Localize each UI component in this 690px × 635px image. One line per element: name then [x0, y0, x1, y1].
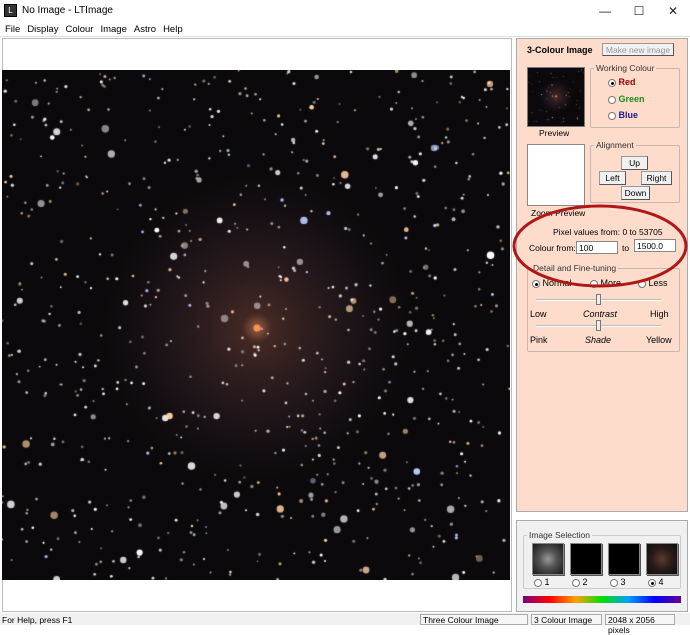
radio-button[interactable] [534, 578, 542, 587]
radio-button[interactable] [608, 111, 616, 120]
image-thumb-4[interactable] [646, 543, 678, 575]
minimize-button[interactable]: — [590, 2, 620, 20]
status-size: 2048 x 2056 pixels [605, 614, 675, 635]
radio-button[interactable] [572, 578, 580, 587]
shade-low-label: Pink [530, 335, 548, 345]
contrast-high-label: High [650, 309, 669, 319]
radio-label: Red [618, 77, 636, 87]
menu-help[interactable]: Help [163, 24, 183, 35]
menu-bar: File Display Colour Image Astro Help [0, 22, 690, 37]
status-bar: For Help, press F1 Three Colour Image 3 … [0, 613, 690, 635]
red-annotation-ellipse [512, 204, 688, 288]
image-selection-panel: Image Selection 1 2 3 4 [516, 520, 688, 612]
radio-label: 4 [658, 577, 664, 587]
image-thumb-2[interactable] [570, 543, 602, 575]
radio-button[interactable] [648, 578, 656, 587]
radio-blue[interactable]: Blue [608, 110, 638, 120]
menu-colour[interactable]: Colour [65, 24, 93, 35]
status-type: 3 Colour Image [531, 614, 602, 625]
right-button[interactable]: Right [641, 171, 672, 185]
radio-label: 2 [582, 577, 588, 587]
radio-button[interactable] [610, 578, 618, 587]
left-button[interactable]: Left [599, 171, 626, 185]
working-colour-group: Working Colour Red Green Blue [590, 63, 680, 128]
radio-button[interactable] [608, 78, 616, 87]
menu-astro[interactable]: Astro [134, 24, 156, 35]
radio-button[interactable] [608, 95, 616, 104]
shade-label: Shade [585, 335, 612, 345]
panel-title: 3-Colour Image [527, 45, 593, 55]
preview-image [527, 67, 585, 127]
up-button[interactable]: Up [621, 156, 648, 170]
image-thumb-3[interactable] [608, 543, 640, 575]
image-radio-2[interactable]: 2 [572, 577, 588, 587]
close-button[interactable]: ✕ [658, 2, 688, 20]
radio-red[interactable]: Red [608, 77, 636, 87]
menu-image[interactable]: Image [100, 24, 126, 35]
radio-label: Green [618, 94, 645, 104]
galaxy-image[interactable] [2, 70, 510, 580]
app-icon: L [4, 4, 17, 17]
alignment-label: Alignment [594, 140, 636, 150]
colour-spectrum-bar [523, 596, 681, 603]
image-selection-group: Image Selection 1 2 3 4 [523, 530, 681, 589]
menu-display[interactable]: Display [27, 24, 58, 35]
menu-file[interactable]: File [5, 24, 20, 35]
contrast-label: Contrast [583, 309, 618, 319]
alignment-group: Alignment Up Left Right Down [590, 140, 680, 203]
image-selection-label: Image Selection [527, 530, 592, 540]
preview-label: Preview [539, 128, 570, 138]
radio-label: 1 [544, 577, 550, 587]
make-new-image-button[interactable]: Make new image [602, 43, 674, 56]
title-bar: L No Image - LTImage — ☐ ✕ [0, 0, 690, 22]
shade-high-label: Yellow [646, 335, 672, 345]
window-title: No Image - LTImage [22, 5, 113, 16]
contrast-low-label: Low [530, 309, 547, 319]
maximize-button[interactable]: ☐ [624, 2, 654, 20]
image-radio-4[interactable]: 4 [648, 577, 664, 587]
shade-slider-thumb[interactable] [596, 320, 601, 331]
status-mode: Three Colour Image [420, 614, 528, 625]
image-radio-1[interactable]: 1 [534, 577, 550, 587]
image-thumb-1[interactable] [532, 543, 564, 575]
image-radio-3[interactable]: 3 [610, 577, 626, 587]
radio-green[interactable]: Green [608, 94, 645, 104]
radio-label: Blue [618, 110, 639, 120]
zoom-preview-box [527, 144, 585, 206]
radio-label: 3 [620, 577, 626, 587]
down-button[interactable]: Down [621, 186, 650, 200]
working-colour-label: Working Colour [594, 63, 657, 73]
status-help-text: For Help, press F1 [2, 615, 73, 625]
